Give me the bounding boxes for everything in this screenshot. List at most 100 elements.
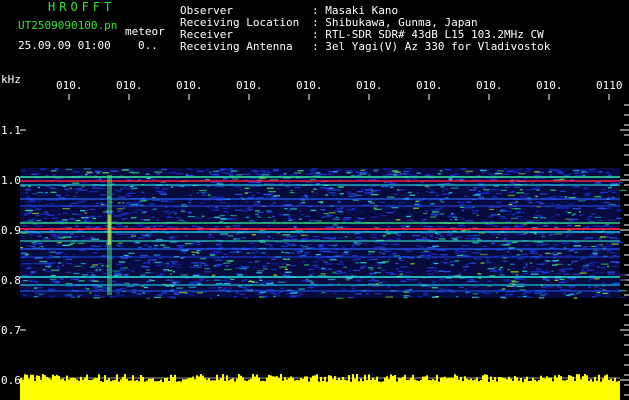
noise-speck — [394, 243, 400, 245]
noise-speck — [143, 244, 149, 246]
noise-speck — [550, 189, 556, 191]
amplitude-sample — [324, 376, 326, 400]
noise-speck — [566, 294, 571, 296]
noise-speck — [503, 279, 508, 281]
noise-speck — [354, 220, 361, 222]
noise-speck — [299, 202, 303, 204]
noise-speck — [427, 273, 434, 275]
noise-speck — [608, 236, 611, 238]
noise-speck — [148, 279, 152, 281]
noise-speck — [494, 173, 503, 175]
meteor-echo — [107, 175, 112, 295]
noise-speck — [229, 174, 234, 176]
noise-speck — [113, 215, 120, 217]
amplitude-sample — [604, 375, 606, 400]
noise-speck — [219, 234, 227, 236]
noise-speck — [81, 235, 85, 237]
noise-speck — [320, 209, 326, 211]
noise-speck — [439, 279, 445, 281]
amplitude-sample — [234, 381, 236, 400]
noise-speck — [472, 242, 480, 244]
amplitude-sample — [490, 376, 492, 400]
amplitude-sample — [460, 377, 462, 400]
noise-speck — [130, 217, 137, 219]
noise-speck — [316, 200, 321, 203]
noise-speck — [347, 296, 354, 299]
noise-speck — [338, 186, 344, 188]
noise-speck — [352, 244, 360, 246]
amplitude-sample — [558, 374, 560, 400]
noise-speck — [248, 192, 253, 194]
noise-speck — [236, 174, 243, 176]
noise-speck — [554, 233, 563, 235]
amplitude-sample — [438, 381, 440, 400]
noise-speck — [436, 195, 439, 197]
noise-speck — [279, 174, 287, 176]
noise-speck — [465, 207, 473, 209]
noise-speck — [93, 252, 98, 254]
amplitude-sample — [520, 378, 522, 400]
noise-speck — [203, 271, 212, 273]
noise-speck — [325, 194, 329, 196]
noise-speck — [35, 208, 41, 210]
noise-speck — [116, 244, 119, 246]
noise-speck — [585, 237, 590, 239]
noise-speck — [290, 238, 298, 240]
amplitude-sample — [250, 378, 252, 400]
noise-speck — [311, 168, 318, 170]
noise-speck — [343, 217, 352, 219]
noise-speck — [303, 194, 308, 196]
noise-speck — [277, 292, 281, 294]
amplitude-sample — [62, 378, 64, 400]
noise-speck — [539, 202, 545, 205]
noise-speck — [201, 194, 207, 196]
noise-speck — [89, 208, 96, 210]
noise-speck — [502, 226, 510, 228]
amplitude-sample — [56, 374, 58, 400]
noise-speck — [32, 243, 37, 246]
noise-speck — [395, 262, 399, 265]
noise-speck — [457, 178, 460, 180]
noise-speck — [553, 254, 558, 256]
noise-speck — [414, 202, 420, 204]
amplitude-sample — [602, 378, 604, 400]
amplitude-sample — [178, 381, 180, 400]
noise-speck — [466, 172, 469, 174]
noise-speck — [416, 172, 421, 174]
noise-speck — [236, 238, 241, 240]
noise-speck — [128, 269, 131, 271]
noise-speck — [109, 296, 116, 298]
noise-speck — [218, 185, 225, 188]
noise-speck — [117, 190, 121, 192]
noise-speck — [131, 235, 137, 237]
noise-speck — [498, 215, 503, 217]
noise-speck — [335, 243, 338, 245]
amplitude-sample — [278, 378, 280, 400]
amplitude-sample — [484, 374, 486, 400]
amplitude-sample — [262, 380, 264, 400]
noise-speck — [559, 278, 565, 281]
noise-speck — [290, 208, 298, 210]
noise-speck — [299, 293, 303, 295]
noise-speck — [561, 242, 570, 244]
noise-speck — [200, 258, 207, 260]
noise-speck — [299, 218, 302, 220]
noise-speck — [548, 171, 552, 173]
noise-speck — [616, 209, 621, 211]
amplitude-sample — [146, 380, 148, 400]
noise-speck — [87, 220, 93, 222]
amplitude-sample — [336, 380, 338, 400]
noise-speck — [39, 260, 48, 263]
noise-speck — [207, 217, 212, 219]
noise-speck — [584, 246, 588, 248]
amplitude-sample — [532, 377, 534, 400]
noise-speck — [373, 246, 381, 248]
noise-speck — [128, 252, 135, 254]
noise-speck — [170, 186, 173, 188]
noise-speck — [158, 192, 161, 194]
noise-speck — [569, 268, 573, 270]
amplitude-sample — [354, 378, 356, 400]
noise-speck — [354, 243, 362, 245]
noise-speck — [193, 264, 199, 267]
x-tick-label: 010. — [536, 79, 563, 92]
